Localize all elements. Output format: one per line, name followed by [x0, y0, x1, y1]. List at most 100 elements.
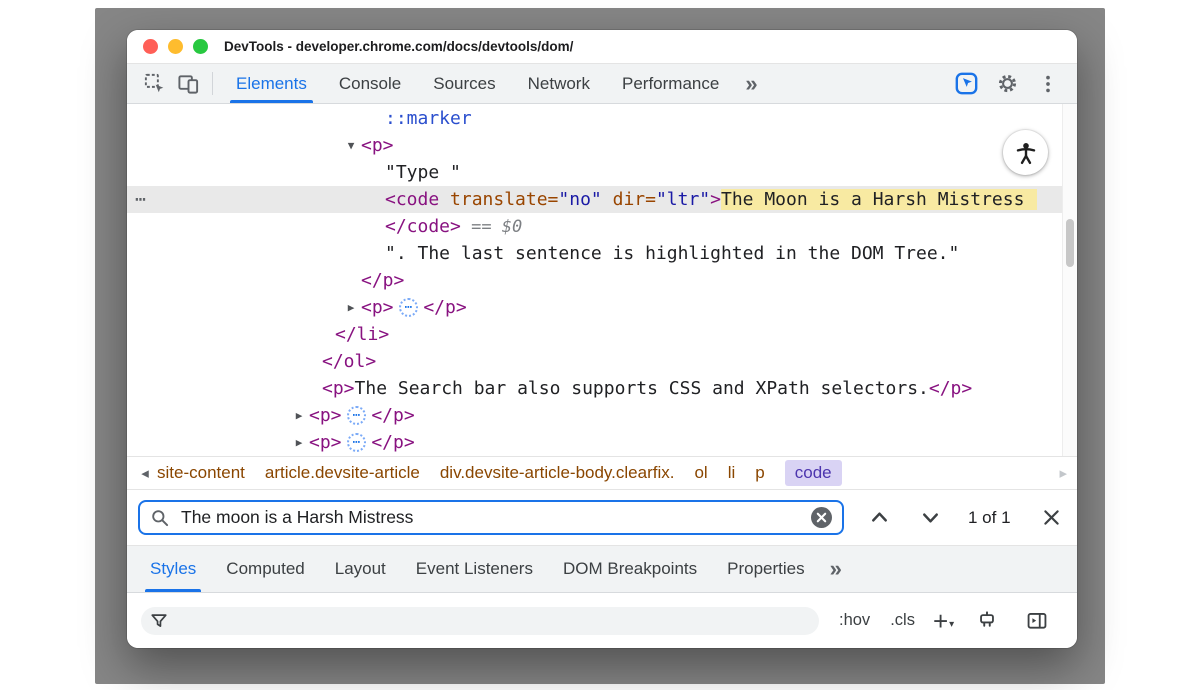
- device-toolbar-icon[interactable]: [171, 64, 205, 103]
- code-token: </p>: [361, 270, 404, 291]
- tab-sources[interactable]: Sources: [417, 64, 511, 103]
- toolbar-divider: [212, 72, 213, 95]
- window-title: DevTools - developer.chrome.com/docs/dev…: [224, 39, 573, 54]
- plug-icon[interactable]: [976, 610, 998, 632]
- tab-layout[interactable]: Layout: [320, 546, 401, 592]
- dom-tree-row[interactable]: <p>The Search bar also supports CSS and …: [127, 375, 1063, 402]
- toggle-element-state-button[interactable]: :hov: [839, 611, 870, 630]
- tab-elements[interactable]: Elements: [220, 64, 323, 103]
- main-toolbar: ElementsConsoleSourcesNetworkPerformance…: [127, 64, 1077, 104]
- search-bar: 1 of 1: [127, 490, 1077, 546]
- breadcrumb-item[interactable]: code: [785, 460, 842, 486]
- dom-tree-row[interactable]: <code translate="no" dir="ltr">The Moon …: [127, 186, 1063, 213]
- breadcrumb-item[interactable]: site-content: [157, 463, 245, 483]
- code-token: </p>: [371, 432, 414, 453]
- styles-filter-input[interactable]: [141, 607, 819, 635]
- dom-tree-row[interactable]: ▶<p>⋯</p>: [127, 294, 1063, 321]
- toolbar-right-icons: [953, 64, 1077, 103]
- window-controls: [143, 39, 208, 54]
- new-style-rule-button[interactable]: + ▾: [933, 611, 954, 631]
- dom-tree-row[interactable]: "Type ": [127, 159, 1063, 186]
- dom-tree-row[interactable]: </code> == $0: [127, 213, 1063, 240]
- tab-performance[interactable]: Performance: [606, 64, 735, 103]
- code-token: <p>: [361, 135, 394, 156]
- expand-children-button[interactable]: ⋯: [347, 406, 367, 425]
- dom-tree: ::marker▼<p>"Type "<code translate="no" …: [127, 105, 1063, 456]
- tab-computed[interactable]: Computed: [211, 546, 319, 592]
- expand-children-button[interactable]: ⋯: [399, 298, 419, 317]
- breadcrumb-scroll-left-icon[interactable]: ◂: [133, 464, 157, 482]
- panel-tabs: ElementsConsoleSourcesNetworkPerformance: [220, 64, 735, 103]
- next-result-chevron-down-icon[interactable]: [919, 506, 942, 529]
- code-token: >: [710, 189, 721, 210]
- more-sidebar-tabs-icon[interactable]: »: [820, 546, 852, 592]
- previous-result-chevron-up-icon[interactable]: [868, 506, 891, 529]
- expand-children-button[interactable]: ⋯: [347, 433, 367, 452]
- code-token: <p>: [309, 432, 342, 453]
- vertical-scrollbar[interactable]: [1062, 104, 1077, 456]
- tab-dom-breakpoints[interactable]: DOM Breakpoints: [548, 546, 712, 592]
- code-token: "no": [558, 189, 601, 210]
- tab-console[interactable]: Console: [323, 64, 417, 103]
- tab-network[interactable]: Network: [512, 64, 606, 103]
- dom-tree-row[interactable]: ▶<p>⋯</p>: [127, 402, 1063, 429]
- more-panels-icon[interactable]: »: [735, 64, 767, 103]
- breadcrumb-item[interactable]: ol: [694, 463, 707, 483]
- dom-tree-panel: ::marker▼<p>"Type "<code translate="no" …: [127, 104, 1077, 456]
- breadcrumb-item[interactable]: div.devsite-article-body.clearfix.: [440, 463, 675, 483]
- inspect-element-icon[interactable]: [137, 64, 171, 103]
- code-token: == $0: [461, 217, 522, 237]
- close-window-button[interactable]: [143, 39, 158, 54]
- code-token: </ol>: [322, 351, 376, 372]
- breadcrumb-item[interactable]: p: [755, 463, 764, 483]
- clear-search-icon[interactable]: [811, 507, 832, 528]
- toggle-sidebar-icon[interactable]: [1026, 610, 1048, 632]
- accessibility-person-icon[interactable]: [1003, 130, 1048, 175]
- pick-element-icon[interactable]: [953, 71, 979, 96]
- code-token: "Type ": [385, 162, 461, 183]
- dom-tree-row[interactable]: ::marker: [127, 105, 1063, 132]
- twisty-closed-icon[interactable]: ▶: [289, 436, 309, 449]
- dom-tree-row[interactable]: </ol>: [127, 348, 1063, 375]
- breadcrumb-scroll-right-icon[interactable]: ▸: [1059, 464, 1071, 482]
- tab-styles[interactable]: Styles: [135, 546, 211, 592]
- code-token: ::marker: [385, 108, 472, 129]
- plus-icon: +: [933, 611, 948, 631]
- title-bar: DevTools - developer.chrome.com/docs/dev…: [127, 30, 1077, 64]
- sidebar-tabs: StylesComputedLayoutEvent ListenersDOM B…: [127, 546, 1077, 593]
- twisty-open-icon[interactable]: ▼: [341, 139, 361, 152]
- code-token: </p>: [371, 405, 414, 426]
- code-token: dir=: [602, 189, 656, 210]
- dom-tree-row[interactable]: </li>: [127, 321, 1063, 348]
- devtools-window: DevTools - developer.chrome.com/docs/dev…: [127, 30, 1077, 648]
- dom-tree-row[interactable]: ". The last sentence is highlighted in t…: [127, 240, 1063, 267]
- dom-tree-row[interactable]: </p>: [127, 267, 1063, 294]
- breadcrumb-item[interactable]: article.devsite-article: [265, 463, 420, 483]
- zoom-window-button[interactable]: [193, 39, 208, 54]
- code-token: </p>: [929, 378, 972, 399]
- tab-properties[interactable]: Properties: [712, 546, 819, 592]
- close-search-icon[interactable]: [1041, 507, 1062, 528]
- dom-tree-row[interactable]: ▼<p>: [127, 132, 1063, 159]
- kebab-menu-icon[interactable]: [1035, 73, 1061, 95]
- code-token: </li>: [335, 324, 389, 345]
- twisty-closed-icon[interactable]: ▶: [289, 409, 309, 422]
- search-input[interactable]: [179, 506, 811, 529]
- caret-down-icon: ▾: [949, 619, 954, 630]
- styles-tab-strip: StylesComputedLayoutEvent ListenersDOM B…: [135, 546, 820, 592]
- twisty-closed-icon[interactable]: ▶: [341, 301, 361, 314]
- code-token: translate=: [439, 189, 558, 210]
- tab-event-listeners[interactable]: Event Listeners: [401, 546, 548, 592]
- search-result-count: 1 of 1: [968, 508, 1011, 528]
- scrollbar-thumb[interactable]: [1066, 219, 1074, 267]
- code-token: </code>: [385, 216, 461, 237]
- element-classes-button[interactable]: .cls: [890, 611, 915, 630]
- dom-tree-row[interactable]: ▶<p> ⋯</p>: [127, 429, 1063, 456]
- minimize-window-button[interactable]: [168, 39, 183, 54]
- settings-gear-icon[interactable]: [994, 72, 1020, 95]
- code-token: The Search bar also supports CSS and XPa…: [355, 378, 929, 399]
- row-overflow-ellipsis-icon[interactable]: ⋯: [135, 186, 147, 213]
- code-token: </p>: [423, 297, 466, 318]
- breadcrumb-item[interactable]: li: [728, 463, 736, 483]
- code-token: "ltr": [656, 189, 710, 210]
